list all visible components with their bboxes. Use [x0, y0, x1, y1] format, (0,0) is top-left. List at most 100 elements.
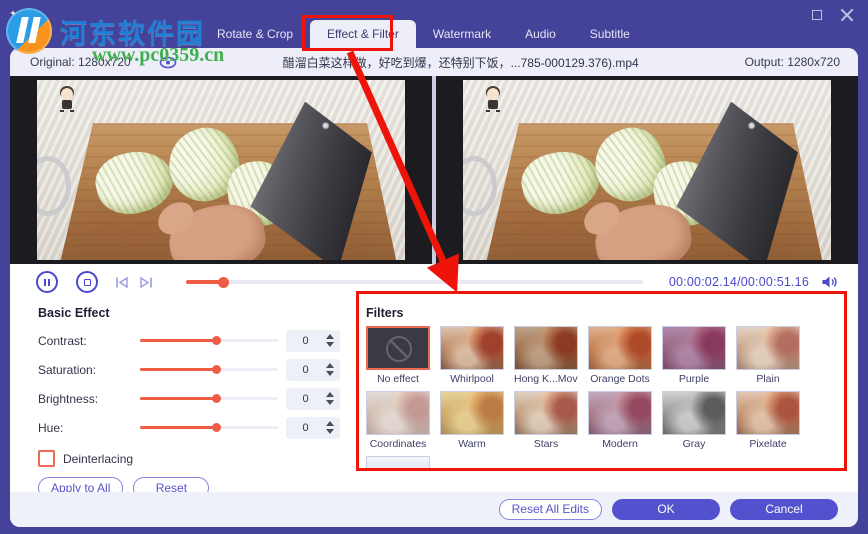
filter-name: Gray — [682, 438, 706, 450]
basic-effect-title: Basic Effect — [38, 306, 110, 320]
filter-item[interactable]: Plain — [736, 326, 800, 386]
preview-header: Original: 1280x720 醋溜白菜这样做，好吃到爆，还特别下饭，..… — [10, 48, 858, 76]
value-spinner[interactable]: 0 — [286, 387, 340, 410]
mascot-watermark — [485, 86, 501, 112]
dialog-panel: Original: 1280x720 醋溜白菜这样做，好吃到爆，还特别下饭，..… — [10, 48, 858, 527]
filter-thumbnail[interactable] — [736, 391, 800, 435]
filter-thumbnail[interactable] — [662, 326, 726, 370]
filter-item[interactable]: Purple — [662, 326, 726, 386]
stop-button[interactable] — [76, 271, 98, 293]
ok-button[interactable]: OK — [612, 499, 720, 520]
output-resolution-label: Output: 1280x720 — [744, 55, 840, 69]
filter-thumbnail[interactable] — [588, 391, 652, 435]
pause-button[interactable] — [36, 271, 58, 293]
filter-item[interactable]: Stars — [514, 391, 578, 451]
spinner-up-icon[interactable] — [326, 421, 334, 426]
filter-name: Stars — [533, 438, 559, 450]
filter-name: No effect — [377, 373, 419, 385]
filter-item[interactable]: Hong K...Movie — [514, 326, 578, 386]
filter-name: Modern — [602, 438, 638, 450]
filters-grid: No effect Whirlpool Hong K...Movie — [366, 326, 836, 451]
filter-thumbnail[interactable] — [736, 326, 800, 370]
effect-slider-row: Hue: 0 — [38, 413, 358, 442]
spinner-value: 0 — [302, 421, 309, 434]
seek-slider[interactable] — [186, 276, 643, 288]
filter-thumbnail-partial[interactable] — [366, 456, 430, 471]
previous-frame-icon[interactable] — [114, 276, 130, 289]
value-spinner[interactable]: 0 — [286, 358, 340, 381]
video-file-title: 醋溜白菜这样做，好吃到爆，还特别下饭，...785-000129.376).mp… — [282, 55, 639, 70]
volume-icon[interactable] — [821, 275, 838, 289]
spinner-down-icon[interactable] — [326, 429, 334, 434]
original-preview-pane — [10, 76, 432, 264]
filter-name: Whirlpool — [450, 373, 494, 385]
deinterlacing-label: Deinterlacing — [63, 451, 134, 466]
filter-thumbnail[interactable] — [366, 326, 430, 370]
filter-name: Purple — [678, 373, 710, 385]
filter-thumbnail[interactable] — [514, 391, 578, 435]
filter-item[interactable]: Gray — [662, 391, 726, 451]
tab[interactable]: Subtitle — [573, 20, 647, 48]
effect-sliders: Contrast: 0 Saturation: 0 Brightness: 0 … — [38, 326, 358, 442]
eye-icon[interactable] — [159, 56, 177, 69]
filter-thumbnail[interactable] — [662, 391, 726, 435]
tab[interactable]: Rotate & Crop — [200, 20, 310, 48]
video-frame-scene — [37, 80, 405, 260]
tab[interactable]: Audio — [508, 20, 573, 48]
spinner-up-icon[interactable] — [326, 334, 334, 339]
spinner-down-icon[interactable] — [326, 400, 334, 405]
spinner-value: 0 — [302, 334, 309, 347]
slider-track[interactable] — [140, 336, 278, 345]
deinterlacing-checkbox[interactable] — [38, 450, 55, 467]
close-icon[interactable] — [840, 8, 854, 22]
maximize-icon[interactable] — [810, 8, 824, 22]
deinterlacing-row: Deinterlacing — [38, 450, 358, 467]
tab-label: Watermark — [432, 27, 492, 41]
slider-track[interactable] — [140, 365, 278, 374]
filter-thumbnail[interactable] — [588, 326, 652, 370]
value-spinner[interactable]: 0 — [286, 329, 340, 352]
output-preview-pane — [436, 76, 858, 264]
slider-track[interactable] — [140, 394, 278, 403]
spinner-up-icon[interactable] — [326, 363, 334, 368]
effect-slider-row: Contrast: 0 — [38, 326, 358, 355]
slider-label: Hue: — [38, 420, 64, 435]
slider-handle[interactable] — [211, 423, 221, 432]
video-frame-scene — [463, 80, 831, 260]
filter-thumbnail[interactable] — [366, 391, 430, 435]
seek-handle[interactable] — [217, 276, 229, 288]
spinner-down-icon[interactable] — [326, 342, 334, 347]
spinner-buttons — [325, 392, 335, 405]
filter-thumbnail[interactable] — [440, 391, 504, 435]
filter-thumbnail[interactable] — [514, 326, 578, 370]
value-spinner[interactable]: 0 — [286, 416, 340, 439]
pot-handle — [463, 155, 497, 216]
reset-all-edits-button[interactable]: Reset All Edits — [498, 499, 602, 520]
window-controls — [810, 8, 854, 22]
tab[interactable]: Effect & Filter — [310, 20, 416, 48]
slider-track[interactable] — [140, 423, 278, 432]
filter-item[interactable]: Warm — [440, 391, 504, 451]
filter-item[interactable]: No effect — [366, 326, 430, 386]
spinner-up-icon[interactable] — [326, 392, 334, 397]
filter-item[interactable]: Modern — [588, 391, 652, 451]
tab-label: Effect & Filter — [327, 27, 399, 41]
slider-label: Saturation: — [38, 362, 97, 377]
spinner-buttons — [325, 363, 335, 376]
tab[interactable]: Watermark — [416, 20, 508, 48]
filter-thumbnail[interactable] — [440, 326, 504, 370]
time-display: 00:00:02.14/00:00:51.16 — [668, 275, 809, 289]
filter-item[interactable]: Orange Dots — [588, 326, 652, 386]
next-frame-icon[interactable] — [138, 276, 154, 289]
tab-label: Subtitle — [589, 27, 630, 41]
slider-handle[interactable] — [211, 365, 221, 374]
filter-item[interactable]: Whirlpool — [440, 326, 504, 386]
slider-handle[interactable] — [211, 394, 221, 403]
spinner-value: 0 — [302, 392, 309, 405]
slider-handle[interactable] — [211, 336, 221, 345]
cancel-button[interactable]: Cancel — [730, 499, 838, 520]
spinner-down-icon[interactable] — [326, 371, 334, 376]
dialog-footer: Reset All Edits OK Cancel — [10, 492, 858, 527]
filter-item[interactable]: Pixelate — [736, 391, 800, 451]
filter-item[interactable]: Coordinates — [366, 391, 430, 451]
